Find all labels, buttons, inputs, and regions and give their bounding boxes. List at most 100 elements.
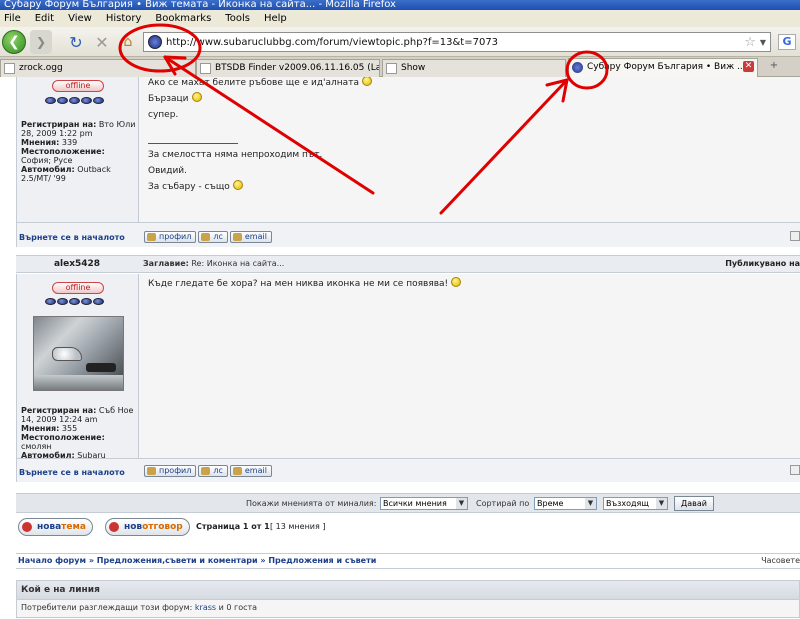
- back-to-top-link[interactable]: Върнете се в началото: [19, 233, 125, 242]
- reload-button[interactable]: ↻: [64, 30, 88, 54]
- offline-badge: offline: [52, 282, 104, 294]
- tab-label: BTSDB Finder v2009.06.11.16.05 (Last...: [215, 63, 380, 73]
- rank-icon: [57, 97, 68, 104]
- new-tab-button[interactable]: +: [764, 60, 784, 76]
- email-button[interactable]: email: [229, 231, 272, 243]
- pm-button[interactable]: лс: [198, 231, 228, 243]
- timezone-text: Часовете: [761, 556, 800, 565]
- address-bar[interactable]: http://www.subaruclubbg.com/forum/viewto…: [143, 32, 771, 52]
- post-2-profile: offline Регистриран на: Съб Ное 14, 2009…: [17, 274, 139, 469]
- smiley-icon: [451, 277, 462, 287]
- tab-show[interactable]: Show: [382, 59, 566, 77]
- stop-icon: ✕: [95, 32, 109, 52]
- reload-icon: ↻: [69, 32, 83, 52]
- profile-button[interactable]: профил: [144, 231, 197, 243]
- home-icon: ⌂: [123, 34, 133, 50]
- bookmark-star-icon[interactable]: ☆: [744, 35, 756, 50]
- smiley-icon: [191, 92, 202, 102]
- tab-label: Show: [401, 63, 426, 73]
- show-posts-label: Покажи мненията от миналия:: [246, 499, 377, 508]
- profile-details: Регистриран на: Вто Юли 28, 2009 1:22 pm…: [21, 120, 136, 183]
- rank-icon: [93, 298, 104, 305]
- sort-order-select[interactable]: Възходящ: [603, 497, 668, 510]
- menu-file[interactable]: File: [4, 13, 21, 24]
- back-arrow-icon: ❮: [8, 34, 20, 50]
- site-favicon-icon: [148, 35, 162, 49]
- rank-icon: [93, 97, 104, 104]
- offline-badge: offline: [52, 80, 104, 92]
- stop-button[interactable]: ✕: [90, 30, 114, 54]
- rank-icon: [57, 298, 68, 305]
- post-2-actions: профил лс email: [144, 465, 272, 477]
- tab-btsdb[interactable]: BTSDB Finder v2009.06.11.16.05 (Last...: [196, 59, 380, 77]
- page-icon: [200, 63, 211, 74]
- sort-bar: Покажи мненията от миналия: Всички мнени…: [16, 493, 800, 513]
- whois-online-body: Потребители разглеждащи този форум: kras…: [16, 600, 800, 618]
- rank-icon: [81, 298, 92, 305]
- profile-button[interactable]: профил: [144, 465, 197, 477]
- tab-bar: zrock.ogg BTSDB Finder v2009.06.11.16.05…: [0, 57, 800, 77]
- post-1-footer: Върнете се в началото профил лс email: [16, 222, 800, 247]
- smiley-icon: [232, 180, 243, 190]
- edit-icon[interactable]: [790, 231, 800, 241]
- sort-by-select[interactable]: Време: [534, 497, 597, 510]
- rank-icon: [45, 298, 56, 305]
- post-2-footer: Върнете се в началото профил лс email: [16, 458, 800, 482]
- go-button[interactable]: Давай: [674, 496, 714, 511]
- menu-bar: File Edit View History Bookmarks Tools H…: [0, 10, 800, 27]
- page-content: offline Регистриран на: Вто Юли 28, 2009…: [0, 77, 800, 619]
- post-1-body: Ако се махат белите ръбове ще е ид'алнат…: [140, 77, 800, 222]
- rank-icon: [69, 298, 80, 305]
- smiley-icon: [361, 77, 372, 86]
- rank-icons: [45, 298, 104, 305]
- show-posts-select[interactable]: Всички мнения: [380, 497, 468, 510]
- breadcrumb-separator: »: [88, 556, 97, 565]
- navigation-toolbar: ❮ ❯ ↻ ✕ ⌂ http://www.subaruclubbg.com/fo…: [0, 27, 800, 57]
- message-text: Ако се махат белите ръбове ще е ид'алнат…: [148, 77, 372, 123]
- post-1: offline Регистриран на: Вто Юли 28, 2009…: [16, 77, 800, 222]
- tab-label: Субару Форум България • Виж ...: [587, 62, 746, 72]
- post-1-profile: offline Регистриран на: Вто Юли 28, 2009…: [17, 77, 139, 222]
- search-engine-button[interactable]: G: [778, 34, 796, 50]
- file-icon: [4, 63, 15, 74]
- new-topic-button[interactable]: новатема: [18, 518, 93, 536]
- menu-edit[interactable]: Edit: [35, 13, 54, 24]
- forward-arrow-icon: ❯: [35, 35, 47, 49]
- menu-view[interactable]: View: [68, 13, 92, 24]
- signature-text: За смелостта няма непроходим път. Овидий…: [148, 150, 323, 192]
- breadcrumb-forum[interactable]: Предложения,съвети и коментари: [97, 556, 258, 565]
- site-favicon-icon: [572, 62, 583, 73]
- edit-icon[interactable]: [790, 465, 800, 475]
- forward-button[interactable]: ❯: [30, 30, 52, 54]
- post-count: [ 13 мнения ]: [270, 522, 326, 531]
- menu-history[interactable]: History: [106, 13, 142, 24]
- email-button[interactable]: email: [229, 465, 272, 477]
- post-reply-button[interactable]: новотговор: [105, 518, 190, 536]
- tab-subaru-forum[interactable]: Субару Форум България • Виж ... ✕: [568, 58, 758, 77]
- back-to-top-link[interactable]: Върнете се в началото: [19, 468, 125, 477]
- breadcrumb-home[interactable]: Начало форум: [18, 556, 86, 565]
- online-user-link[interactable]: krass: [195, 603, 216, 612]
- close-tab-icon[interactable]: ✕: [743, 61, 754, 72]
- posted-label: Публикувано на: [725, 259, 800, 268]
- rank-icon: [81, 97, 92, 104]
- breadcrumb-subforum[interactable]: Предложения и съвети: [268, 556, 376, 565]
- breadcrumb: Начало форум » Предложения,съвети и коме…: [16, 553, 800, 569]
- post-1-actions: профил лс email: [144, 231, 272, 243]
- author-name[interactable]: alex5428: [16, 256, 138, 272]
- window-title: Субару Форум България • Виж темата - Ико…: [0, 0, 800, 10]
- menu-help[interactable]: Help: [264, 13, 287, 24]
- menu-tools[interactable]: Tools: [225, 13, 250, 24]
- back-button[interactable]: ❮: [2, 30, 26, 54]
- tab-zrock[interactable]: zrock.ogg: [0, 59, 196, 77]
- pm-button[interactable]: лс: [198, 465, 228, 477]
- post-2-body: Къде гледате бе хора? на мен никва иконк…: [140, 274, 800, 458]
- home-button[interactable]: ⌂: [116, 30, 140, 54]
- page-icon: [386, 63, 397, 74]
- post-2: offline Регистриран на: Съб Ное 14, 2009…: [16, 274, 800, 469]
- menu-bookmarks[interactable]: Bookmarks: [155, 13, 211, 24]
- avatar: [33, 316, 124, 391]
- url-dropdown-icon[interactable]: ▼: [760, 38, 766, 47]
- post-subject: Заглавие: Re: Иконка на сайта...: [143, 259, 285, 268]
- url-text[interactable]: http://www.subaruclubbg.com/forum/viewto…: [166, 37, 744, 48]
